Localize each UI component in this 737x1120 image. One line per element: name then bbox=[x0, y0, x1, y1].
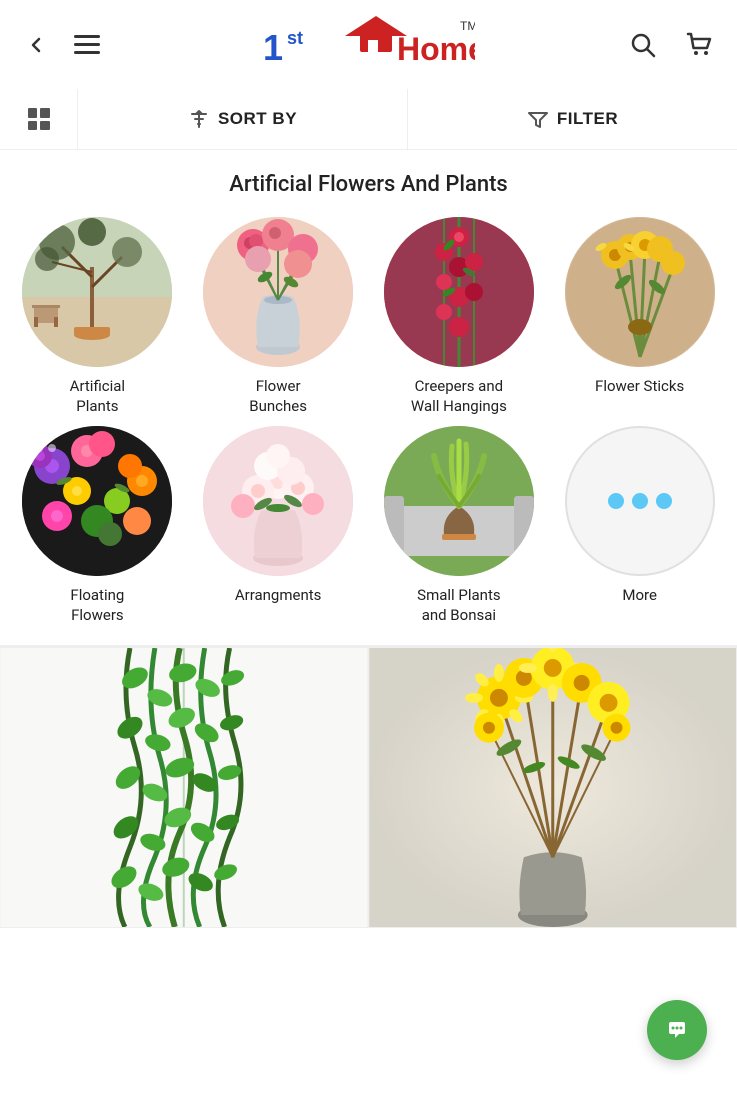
header-left bbox=[20, 29, 104, 61]
chat-button[interactable] bbox=[647, 1000, 707, 1060]
logo-svg: 1 st Home TM bbox=[255, 12, 475, 77]
filter-button[interactable]: FILTER bbox=[408, 89, 737, 149]
back-button[interactable] bbox=[20, 29, 52, 61]
category-image-artificial-plants bbox=[22, 217, 172, 367]
search-icon bbox=[629, 31, 657, 59]
category-image-arrangements bbox=[203, 426, 353, 576]
category-label-small-plants: Small Plants and Bonsai bbox=[417, 586, 500, 625]
menu-button[interactable] bbox=[70, 31, 104, 59]
page-title: Artificial Flowers And Plants bbox=[0, 150, 737, 207]
category-item-flower-bunches[interactable]: Flower Bunches bbox=[191, 217, 366, 416]
category-label-more: More bbox=[622, 586, 657, 606]
artificial-plants-illustration bbox=[22, 217, 172, 367]
product-image-2 bbox=[369, 648, 737, 927]
category-image-more bbox=[565, 426, 715, 576]
category-image-flower-bunches bbox=[203, 217, 353, 367]
category-image-flower-sticks bbox=[565, 217, 715, 367]
logo[interactable]: 1 st Home TM bbox=[255, 12, 475, 77]
category-item-creepers[interactable]: Creepers and Wall Hangings bbox=[372, 217, 547, 416]
svg-text:TM: TM bbox=[460, 19, 475, 33]
category-item-arrangements[interactable]: Arrangments bbox=[191, 426, 366, 625]
category-image-small-plants bbox=[384, 426, 534, 576]
product-image-1 bbox=[0, 648, 368, 927]
product-card-2[interactable] bbox=[369, 648, 737, 928]
small-plants-illustration bbox=[384, 426, 534, 576]
category-label-artificial-plants: Artificial Plants bbox=[70, 377, 125, 416]
header: 1 st Home TM bbox=[0, 0, 737, 90]
hamburger-icon bbox=[74, 35, 100, 55]
grid-icon bbox=[28, 108, 50, 130]
floating-flowers-illustration bbox=[22, 426, 172, 576]
back-icon bbox=[24, 33, 48, 57]
product-section bbox=[0, 647, 737, 928]
dot-1 bbox=[608, 493, 624, 509]
category-item-flower-sticks[interactable]: Flower Sticks bbox=[552, 217, 727, 416]
category-image-creepers bbox=[384, 217, 534, 367]
category-label-arrangements: Arrangments bbox=[235, 586, 322, 606]
sort-by-button[interactable]: SORT BY bbox=[78, 89, 408, 149]
category-image-floating-flowers bbox=[22, 426, 172, 576]
arrangements-illustration bbox=[203, 426, 353, 576]
chat-icon bbox=[661, 1014, 693, 1046]
sort-icon bbox=[188, 108, 210, 130]
dot-2 bbox=[632, 493, 648, 509]
cart-icon bbox=[685, 31, 713, 59]
category-item-artificial-plants[interactable]: Artificial Plants bbox=[10, 217, 185, 416]
dot-3 bbox=[656, 493, 672, 509]
svg-text:st: st bbox=[287, 28, 303, 48]
filter-label: FILTER bbox=[557, 109, 618, 129]
category-grid: Artificial Plants bbox=[10, 217, 727, 625]
category-section: Artificial Plants bbox=[0, 207, 737, 647]
flower-sticks-illustration bbox=[565, 217, 715, 367]
flower-bunches-illustration bbox=[203, 217, 353, 367]
category-item-more[interactable]: More bbox=[552, 426, 727, 625]
cart-button[interactable] bbox=[681, 27, 717, 63]
toolbar: SORT BY FILTER bbox=[0, 90, 737, 150]
search-button[interactable] bbox=[625, 27, 661, 63]
filter-icon bbox=[527, 108, 549, 130]
svg-text:1: 1 bbox=[263, 27, 283, 68]
category-item-floating-flowers[interactable]: Floating Flowers bbox=[10, 426, 185, 625]
creepers-illustration bbox=[384, 217, 534, 367]
grid-view-button[interactable] bbox=[0, 89, 78, 149]
category-label-floating-flowers: Floating Flowers bbox=[70, 586, 124, 625]
product-card-1[interactable] bbox=[0, 648, 369, 928]
category-item-small-plants[interactable]: Small Plants and Bonsai bbox=[372, 426, 547, 625]
more-dots bbox=[608, 493, 672, 509]
category-label-creepers: Creepers and Wall Hangings bbox=[411, 377, 507, 416]
category-label-flower-bunches: Flower Bunches bbox=[249, 377, 307, 416]
header-right bbox=[625, 27, 717, 63]
sort-label: SORT BY bbox=[218, 109, 297, 129]
svg-text:Home: Home bbox=[397, 31, 475, 67]
category-label-flower-sticks: Flower Sticks bbox=[595, 377, 684, 397]
